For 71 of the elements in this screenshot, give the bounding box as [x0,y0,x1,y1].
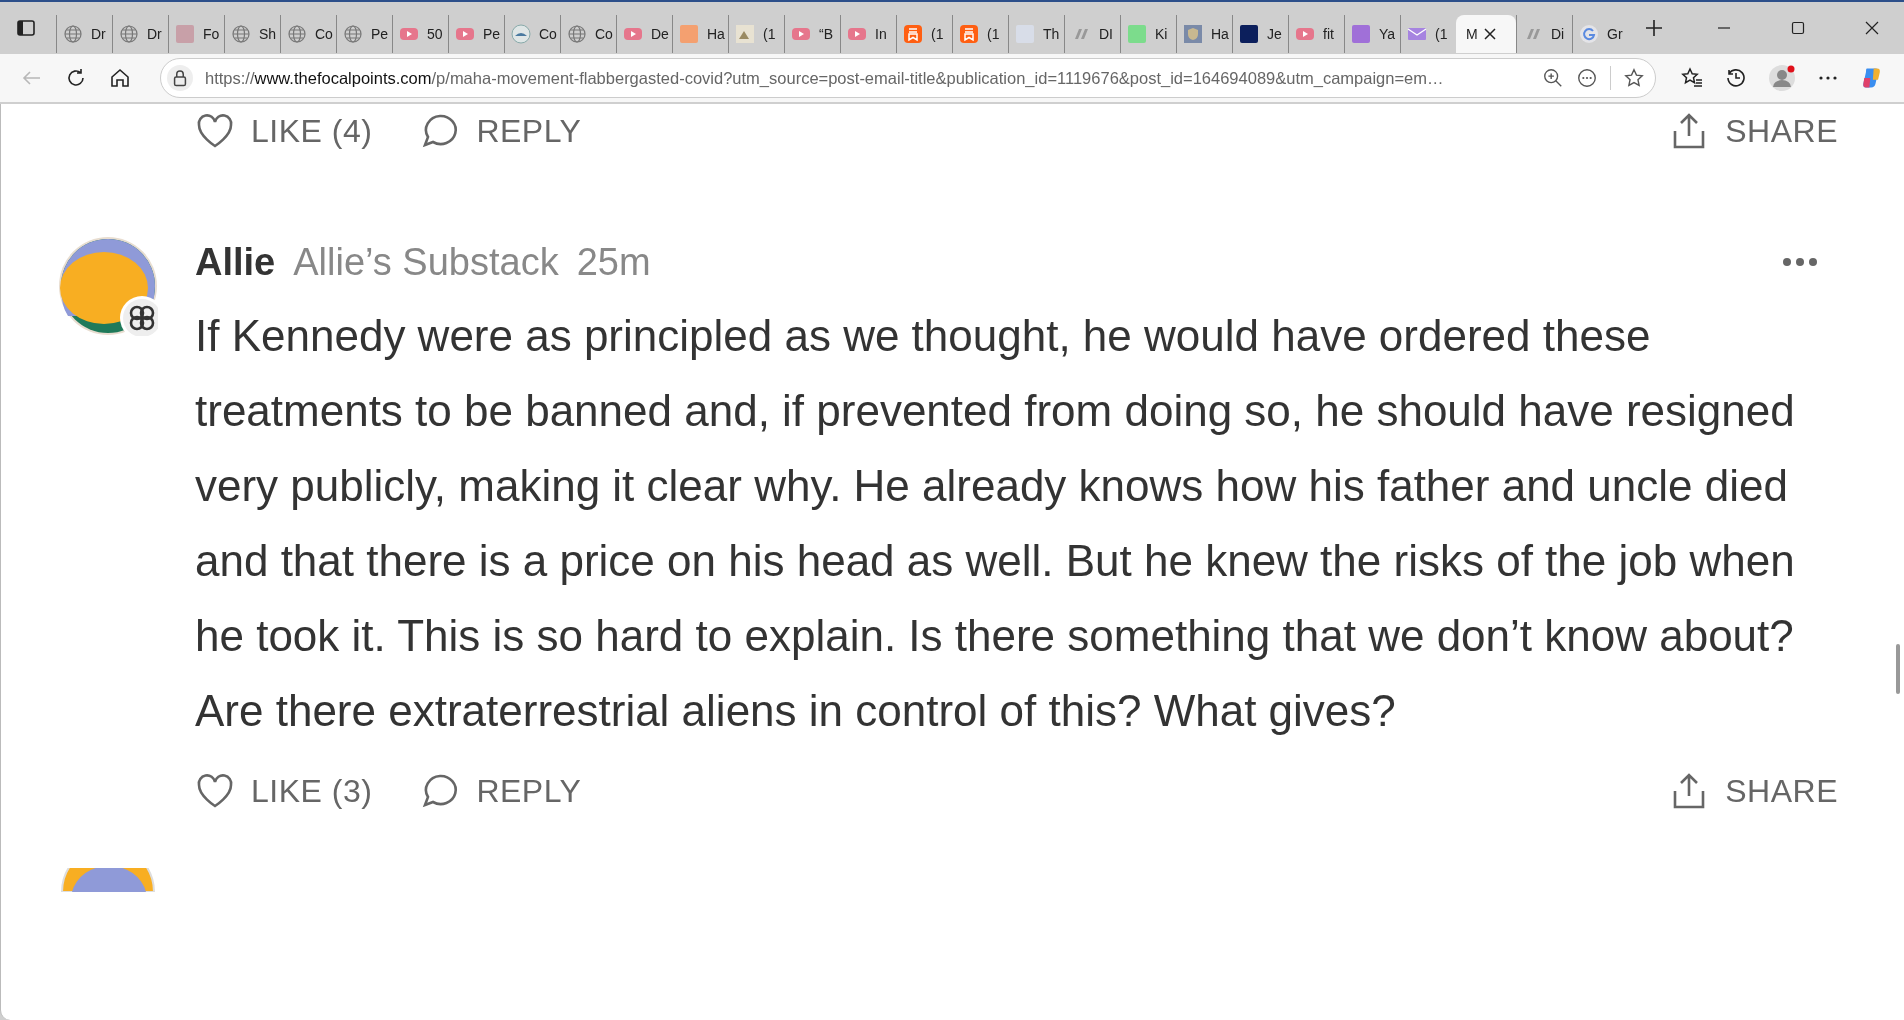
browser-tab[interactable]: Di [1516,15,1572,53]
browser-tab[interactable]: Ki [1120,15,1176,53]
address-bar[interactable]: https://www.thefocalpoints.com/p/maha-movement-flabbergasted-covid?utm_source=post-email-title&publication_id=1119676&post_id=164694089&utm_campaign=em… [160,58,1656,98]
history-icon[interactable] [1724,66,1748,90]
browser-tab[interactable]: Ya [1344,15,1400,53]
reply-button[interactable]: REPLY [420,771,582,811]
profile-icon[interactable] [1768,64,1796,92]
browser-tab[interactable]: Dr [56,15,112,53]
square-icon [1127,24,1147,44]
browser-tab[interactable]: M [1456,15,1516,53]
browser-tab[interactable]: (1 [952,15,1008,53]
more-icon[interactable] [1576,67,1598,89]
like-button[interactable]: LIKE (4) [195,111,373,151]
globe-icon [119,24,139,44]
tab-actions-icon[interactable] [16,18,36,38]
browser-tab[interactable]: De [616,15,672,53]
share-button[interactable]: SHARE [1669,111,1838,151]
browser-tab[interactable]: DI [1064,15,1120,53]
square-icon [1351,24,1371,44]
globe-icon [343,24,363,44]
lock-icon[interactable] [167,65,193,91]
reply-button[interactable]: REPLY [420,111,582,151]
browser-tab[interactable]: 50 [392,15,448,53]
author-name[interactable]: Allie [195,240,276,284]
browser-tab[interactable]: Fo [168,15,224,53]
square-icon [1239,24,1259,44]
share-button[interactable]: SHARE [1669,771,1838,811]
browser-tab[interactable]: Dr [112,15,168,53]
close-icon[interactable] [1864,20,1880,36]
image-icon [735,24,755,44]
browser-tab[interactable]: Co [504,15,560,53]
comment-time: 25m [576,240,651,284]
browser-tab[interactable]: Ha [672,15,728,53]
like-button[interactable]: LIKE (3) [195,771,373,811]
favorites-icon[interactable] [1680,66,1704,90]
browser-tab[interactable]: Co [560,15,616,53]
shield-icon [1183,24,1203,44]
browser-tab[interactable]: (1 [728,15,784,53]
browser-tab[interactable]: (1 [896,15,952,53]
browser-tab[interactable]: Co [280,15,336,53]
new-tab-icon[interactable] [1644,18,1664,38]
square-icon [679,24,699,44]
browser-tab[interactable]: In [840,15,896,53]
circle-icon [1579,24,1599,44]
browser-tab[interactable]: fit [1288,15,1344,53]
zoom-icon[interactable] [1542,67,1564,89]
browser-tab[interactable]: Gr [1572,15,1628,53]
globe-icon [231,24,251,44]
maximize-icon[interactable] [1790,20,1806,36]
browser-tab[interactable]: Pe [448,15,504,53]
square-icon [175,24,195,44]
browser-tab[interactable]: Je [1232,15,1288,53]
bookmark-icon [903,24,923,44]
browser-tab[interactable]: Sh [224,15,280,53]
avatar-icon[interactable] [58,236,158,336]
star-icon[interactable] [1623,67,1645,89]
comment-text: If Kennedy were as principled as we thought, he would have ordered these treatments to be banned and, if prevented from doing so, he should have resigned very publicly, making it clear why. He already knows how his father and uncle died and that there is a price on his head as well. But he knew the risks of the job when he took it. This is so hard to explain. Is there something that we don’t know about? Are there extraterrestrial aliens in control of this? What gives? [195,310,1795,737]
browser-tab[interactable]: Th [1008,15,1064,53]
bookmark-icon [959,24,979,44]
globe-icon [567,24,587,44]
more-icon[interactable] [1782,257,1818,267]
browser-tab[interactable]: Ha [1176,15,1232,53]
browser-tab[interactable]: “B [784,15,840,53]
publication-name[interactable]: Allie’s Substack [293,240,559,284]
seal-icon [511,24,531,44]
home-icon[interactable] [108,66,132,90]
globe-icon [63,24,83,44]
browser-tab[interactable]: Pe [336,15,392,53]
globe-icon [287,24,307,44]
close-icon[interactable] [1483,28,1496,40]
square-icon [1015,24,1035,44]
